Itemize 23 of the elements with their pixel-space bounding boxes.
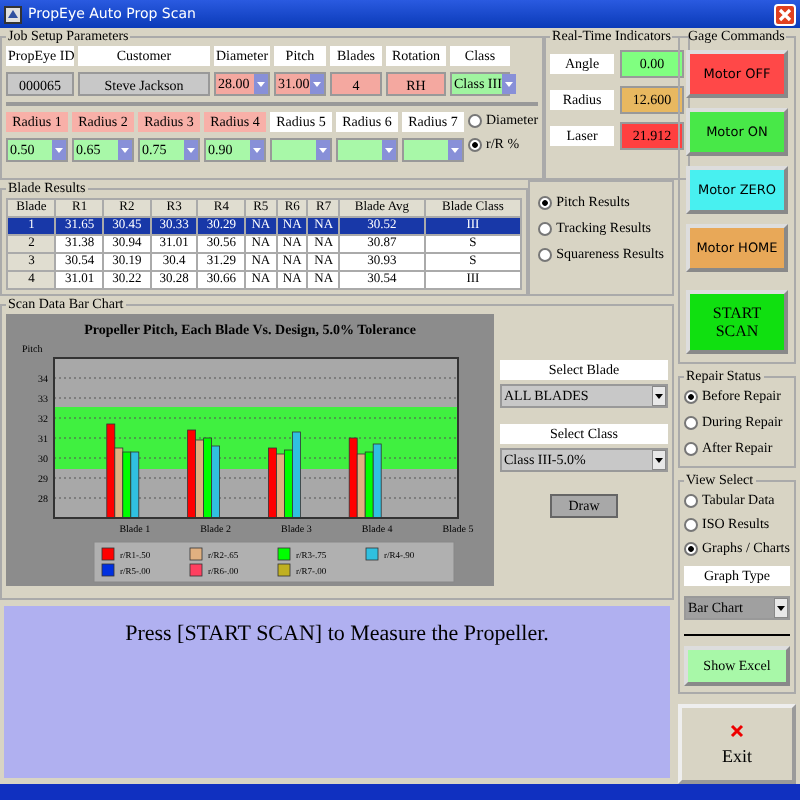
start-scan-button[interactable]: START SCAN bbox=[686, 290, 788, 354]
close-icon bbox=[730, 723, 744, 737]
caret-icon bbox=[254, 74, 268, 94]
caret-icon bbox=[652, 450, 666, 470]
caret-icon bbox=[310, 74, 324, 94]
dropdown[interactable] bbox=[270, 138, 332, 162]
caret-icon bbox=[52, 140, 66, 160]
caret-icon bbox=[448, 140, 462, 160]
caret-icon bbox=[774, 598, 788, 618]
caret-icon bbox=[250, 140, 264, 160]
legend-swatch bbox=[365, 547, 379, 561]
exit-button[interactable]: Exit bbox=[678, 704, 796, 784]
caret-icon bbox=[184, 140, 198, 160]
app-icon bbox=[4, 5, 22, 23]
close-button[interactable] bbox=[774, 3, 796, 25]
dropdown[interactable] bbox=[336, 138, 398, 162]
status-message: Press [START SCAN] to Measure the Propeller. bbox=[4, 606, 670, 778]
caret-icon bbox=[382, 140, 396, 160]
caret-icon bbox=[652, 386, 666, 406]
dropdown[interactable] bbox=[402, 138, 464, 162]
caret-icon bbox=[316, 140, 330, 160]
caret-icon bbox=[501, 74, 516, 94]
caret-icon bbox=[118, 140, 132, 160]
